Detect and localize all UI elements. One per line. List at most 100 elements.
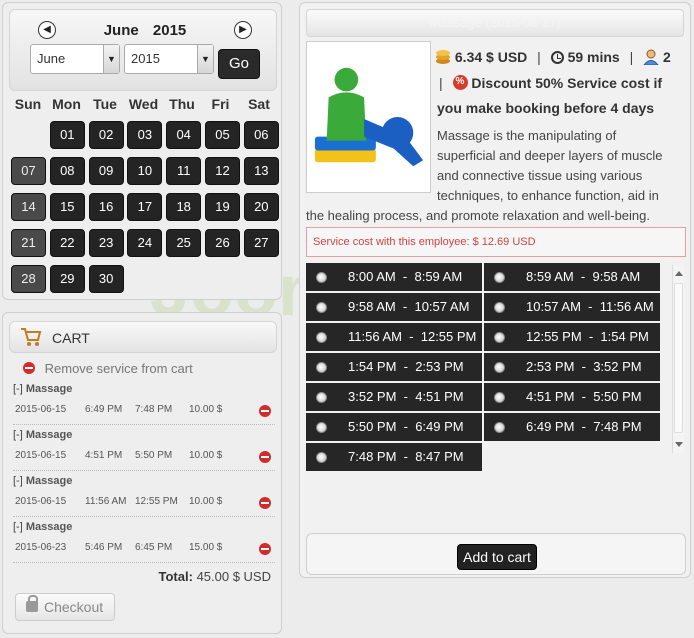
- time-slot[interactable]: 8:00 AM - 8:59 AM: [306, 263, 482, 291]
- time-slot[interactable]: 9:58 AM - 10:57 AM: [306, 293, 482, 321]
- calendar-day-20[interactable]: 20: [243, 193, 279, 221]
- calendar-day-27[interactable]: 27: [243, 229, 279, 257]
- time-slot[interactable]: 3:52 PM - 4:51 PM: [306, 383, 482, 411]
- cart-item-end: 7:48 PM: [135, 404, 173, 415]
- calendar-day-24[interactable]: 24: [127, 229, 163, 257]
- chevron-left-icon[interactable]: ◀: [38, 21, 56, 39]
- slot-radio[interactable]: [494, 272, 505, 283]
- cart-total: Total: 45.00 $ USD: [159, 569, 271, 584]
- time-slot[interactable]: 5:50 PM - 6:49 PM: [306, 413, 482, 441]
- calendar-day-11[interactable]: 11: [166, 157, 202, 185]
- calendar-day-12[interactable]: 12: [205, 157, 240, 185]
- cart-item-title[interactable]: [-] Massage: [13, 521, 72, 533]
- time-slot[interactable]: 1:54 PM - 2:53 PM: [306, 353, 482, 381]
- service-header: Massage (2015-06-17): [306, 9, 684, 37]
- scroll-down-icon[interactable]: [675, 442, 683, 447]
- remove-item-icon[interactable]: [259, 451, 271, 463]
- add-to-cart-button[interactable]: Add to cart: [457, 544, 537, 570]
- shopping-cart-icon: [21, 328, 42, 346]
- chevron-right-icon[interactable]: ▶: [234, 21, 252, 39]
- cart-item-title[interactable]: [-] Massage: [13, 475, 72, 487]
- cart-item-toggle[interactable]: [-]: [13, 429, 23, 441]
- cart-item-price: 10.00 $: [189, 496, 223, 507]
- cart-item-toggle[interactable]: [-]: [13, 475, 23, 487]
- slot-radio[interactable]: [316, 272, 327, 283]
- slot-radio[interactable]: [316, 452, 327, 463]
- calendar-day-23[interactable]: 23: [88, 229, 124, 257]
- month-select[interactable]: June ▼: [30, 44, 120, 74]
- slot-radio[interactable]: [316, 302, 327, 313]
- calendar-day-26[interactable]: 26: [205, 229, 240, 257]
- time-slot[interactable]: 8:59 AM - 9:58 AM: [484, 263, 660, 291]
- scroll-up-icon[interactable]: [675, 271, 683, 276]
- slots-scrollbar[interactable]: [672, 265, 684, 453]
- calendar-day-30[interactable]: 30: [88, 265, 124, 293]
- time-slot[interactable]: 12:55 PM - 1:54 PM: [484, 323, 660, 351]
- cart-item-title[interactable]: [-] Massage: [13, 383, 72, 395]
- time-slot[interactable]: 6:49 PM - 7:48 PM: [484, 413, 660, 441]
- calendar-day-22[interactable]: 22: [49, 229, 85, 257]
- slot-radio[interactable]: [494, 362, 505, 373]
- slot-label: 3:52 PM - 4:51 PM: [348, 389, 464, 404]
- cart-item-date: 2015-06-15: [15, 450, 67, 461]
- checkout-button[interactable]: Checkout: [15, 593, 115, 621]
- chevron-down-icon: ▼: [197, 45, 213, 73]
- cart-item-toggle[interactable]: [-]: [13, 383, 23, 395]
- slot-radio[interactable]: [316, 392, 327, 403]
- description-line: and connective tissue using various: [437, 168, 643, 183]
- slot-radio[interactable]: [494, 332, 505, 343]
- calendar-day-15[interactable]: 15: [49, 193, 85, 221]
- calendar-day-29[interactable]: 29: [49, 265, 85, 293]
- calendar-day-08[interactable]: 08: [49, 157, 85, 185]
- time-slot[interactable]: 11:56 AM - 12:55 PM: [306, 323, 482, 351]
- cart-item-date: 2015-06-15: [15, 496, 67, 507]
- calendar-day-19[interactable]: 19: [205, 193, 240, 221]
- calendar-day-25[interactable]: 25: [166, 229, 202, 257]
- discount-text: Discount 50% Service cost if: [471, 75, 663, 91]
- calendar-day-03[interactable]: 03: [127, 121, 163, 149]
- time-slot[interactable]: 4:51 PM - 5:50 PM: [484, 383, 660, 411]
- calendar-day-06[interactable]: 06: [243, 121, 279, 149]
- remove-item-icon[interactable]: [259, 497, 271, 509]
- calendar-day-16[interactable]: 16: [88, 193, 124, 221]
- calendar-day-18[interactable]: 18: [166, 193, 202, 221]
- calendar-day-04[interactable]: 04: [166, 121, 202, 149]
- cart-header: CART: [9, 321, 277, 353]
- slot-radio[interactable]: [494, 392, 505, 403]
- calendar-day-13[interactable]: 13: [243, 157, 279, 185]
- go-button[interactable]: Go: [218, 49, 260, 79]
- calendar-day-14[interactable]: 14: [11, 193, 46, 221]
- calendar-day-21[interactable]: 21: [11, 229, 46, 257]
- year-select-value: 2015: [131, 51, 160, 66]
- time-slot[interactable]: 10:57 AM - 11:56 AM: [484, 293, 660, 321]
- time-slot[interactable]: 2:53 PM - 3:52 PM: [484, 353, 660, 381]
- discount-line: | Discount 50% Service cost if: [439, 75, 662, 91]
- remove-item-icon[interactable]: [259, 543, 271, 555]
- remove-item-icon[interactable]: [259, 405, 271, 417]
- calendar-day-17[interactable]: 17: [127, 193, 163, 221]
- slot-radio[interactable]: [316, 422, 327, 433]
- weekday-label: Mon: [52, 96, 81, 112]
- service-info-line: 6.34 $ USD | 59 mins | 2: [435, 49, 671, 65]
- calendar-day-05[interactable]: 05: [205, 121, 240, 149]
- cart-item-end: 5:50 PM: [135, 450, 173, 461]
- cart-item-toggle[interactable]: [-]: [13, 521, 23, 533]
- coins-icon: [436, 50, 450, 64]
- cart-item-start: 11:56 AM: [85, 496, 127, 507]
- slot-radio[interactable]: [494, 422, 505, 433]
- time-slot[interactable]: 7:48 PM - 8:47 PM: [306, 443, 482, 471]
- year-select[interactable]: 2015 ▼: [124, 44, 214, 74]
- slot-radio[interactable]: [316, 332, 327, 343]
- scrollbar-thumb[interactable]: [674, 283, 683, 433]
- service-duration: 59 mins: [567, 49, 620, 65]
- weekday-label: Tue: [93, 96, 117, 112]
- slot-radio[interactable]: [494, 302, 505, 313]
- calendar-day-07[interactable]: 07: [11, 157, 46, 185]
- slot-radio[interactable]: [316, 362, 327, 373]
- calendar-day-28[interactable]: 28: [11, 265, 46, 293]
- calendar-day-09[interactable]: 09: [88, 157, 124, 185]
- calendar-day-02[interactable]: 02: [88, 121, 124, 149]
- cart-item-title[interactable]: [-] Massage: [13, 429, 72, 441]
- calendar-day-10[interactable]: 10: [127, 157, 163, 185]
- calendar-day-01[interactable]: 01: [49, 121, 85, 149]
